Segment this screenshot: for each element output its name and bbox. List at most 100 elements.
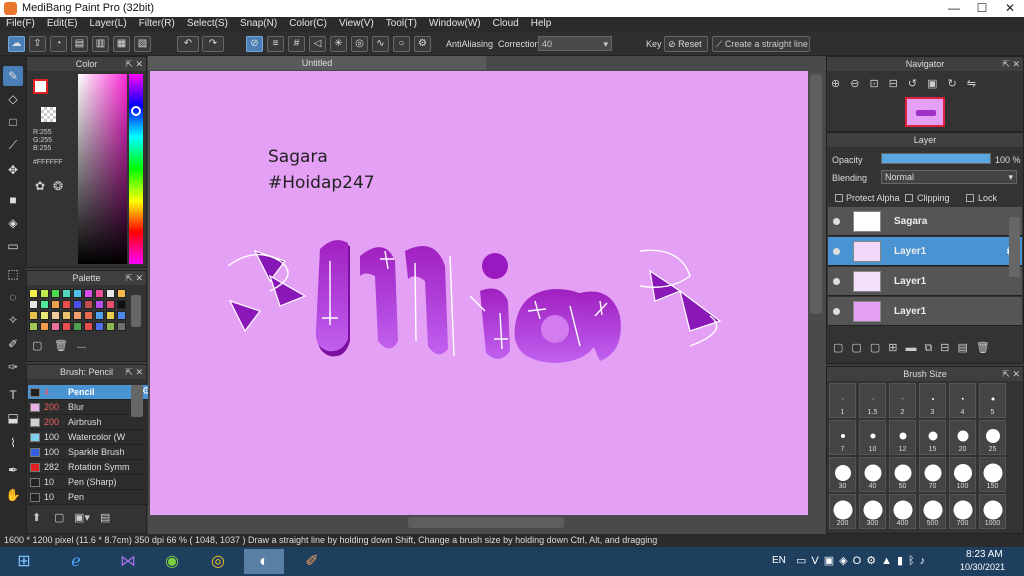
layer-menu-icon[interactable]: ▤: [958, 342, 976, 354]
show-hidden-icon[interactable]: ▲: [881, 555, 897, 567]
antivirus-icon[interactable]: ⚙: [866, 555, 881, 567]
delete-palette-icon[interactable]: 🗑: [54, 339, 68, 352]
drawing-canvas[interactable]: Sagara #Hoidap247: [150, 71, 808, 515]
brush-size-cell[interactable]: 1000: [979, 494, 1006, 529]
select-tool-icon[interactable]: ⬚: [3, 264, 23, 284]
palette-swatch[interactable]: [95, 289, 104, 298]
menu-tool[interactable]: Tool(T): [380, 17, 423, 29]
circle-tray-icon[interactable]: ◈: [839, 555, 852, 567]
palette-swatch[interactable]: [73, 289, 82, 298]
medibang-taskbar-icon[interactable]: ◐: [244, 549, 284, 574]
brush-size-cell[interactable]: 2: [889, 383, 916, 418]
add-brush-icon[interactable]: ⬆: [32, 511, 41, 524]
foreground-color-swatch[interactable]: [33, 79, 48, 94]
palette-swatch[interactable]: [117, 289, 126, 298]
palette-swatch[interactable]: [51, 311, 60, 320]
vanish-snap-icon[interactable]: ◁: [309, 36, 326, 52]
menu-window[interactable]: Window(W): [423, 17, 487, 29]
circle-snap-icon[interactable]: ◎: [351, 36, 368, 52]
palette-swatch[interactable]: [117, 300, 126, 309]
divide-tool-icon[interactable]: ✒: [3, 460, 23, 480]
palette-swatch[interactable]: [106, 289, 115, 298]
canvas-vertical-scrollbar[interactable]: [810, 74, 822, 314]
visibility-icon[interactable]: [833, 308, 840, 315]
lasso-tool-icon[interactable]: ◌: [3, 287, 23, 307]
rotate-left-icon[interactable]: ↺: [908, 78, 927, 90]
palette-swatch[interactable]: [84, 289, 93, 298]
blending-select[interactable]: Normal ▾: [881, 170, 1017, 184]
palette-swatch[interactable]: [84, 311, 93, 320]
menu-file[interactable]: File(F): [0, 17, 41, 29]
palette-swatch[interactable]: [95, 311, 104, 320]
layer-row[interactable]: Sagara: [828, 207, 1022, 236]
palette-swatch[interactable]: [51, 322, 60, 331]
bluetooth-icon[interactable]: ᛒ: [908, 555, 920, 567]
fill-rect-tool-icon[interactable]: ■: [3, 190, 23, 210]
brush-scrollbar[interactable]: [131, 385, 143, 417]
zoom-out-icon[interactable]: ⊖: [850, 78, 869, 90]
eraser-tool-icon[interactable]: ◇: [3, 89, 23, 109]
palette-swatch[interactable]: [73, 300, 82, 309]
reset-button[interactable]: ⊘ Reset: [664, 36, 708, 52]
language-indicator[interactable]: EN: [772, 555, 786, 566]
panel-close-icon[interactable]: ⇱ ✕: [1002, 367, 1020, 381]
brush-menu-icon[interactable]: ▣▾: [74, 511, 90, 524]
dot-tool-icon[interactable]: ⟋: [3, 135, 23, 155]
panel-close-icon[interactable]: ⇱ ✕: [125, 365, 143, 379]
palette-swatch[interactable]: [40, 289, 49, 298]
zoom-in-icon[interactable]: ⊕: [831, 78, 850, 90]
app-tray-icon[interactable]: ▣: [824, 555, 839, 567]
new-halftone-layer-icon[interactable]: ▢: [851, 342, 869, 354]
brush-size-cell[interactable]: 70: [919, 457, 946, 492]
menu-filter[interactable]: Filter(R): [133, 17, 181, 29]
add-layer-menu-icon[interactable]: ⊞: [888, 342, 905, 354]
close-button[interactable]: ✕: [996, 0, 1024, 17]
brush-size-cell[interactable]: 40: [859, 457, 886, 492]
brush-size-cell[interactable]: 15: [919, 420, 946, 455]
brush-size-cell[interactable]: 25: [979, 420, 1006, 455]
panel-close-icon[interactable]: ⇱ ✕: [1002, 57, 1020, 71]
menu-help[interactable]: Help: [525, 17, 558, 29]
visual-studio-icon[interactable]: ⋈: [108, 549, 148, 574]
saturation-value-picker[interactable]: [78, 74, 127, 264]
palette-swatch[interactable]: [73, 322, 82, 331]
select-pen-tool-icon[interactable]: ✐: [3, 334, 23, 354]
brush-size-cell[interactable]: 400: [889, 494, 916, 529]
brush-size-cell[interactable]: 500: [919, 494, 946, 529]
select-eraser-tool-icon[interactable]: ✑: [3, 357, 23, 377]
text-tool-icon[interactable]: T: [3, 385, 23, 405]
palette-swatch[interactable]: [29, 300, 38, 309]
snap-settings-icon[interactable]: ⚙: [414, 36, 431, 52]
brush-size-cell[interactable]: 10: [859, 420, 886, 455]
hue-slider-handle[interactable]: [131, 106, 141, 116]
wallet-icon[interactable]: ▭: [796, 555, 811, 567]
menu-select[interactable]: Select(S): [181, 17, 234, 29]
duplicate-layer-icon[interactable]: ⧉: [924, 342, 940, 354]
brush-size-cell[interactable]: 20: [949, 420, 976, 455]
palette-swatch[interactable]: [40, 300, 49, 309]
brush-size-cell[interactable]: 150: [979, 457, 1006, 492]
merge-layer-icon[interactable]: ⊟: [940, 342, 957, 354]
minimize-button[interactable]: —: [940, 0, 968, 17]
brush-size-cell[interactable]: 1: [829, 383, 856, 418]
color-settings-icon[interactable]: ❂: [53, 179, 63, 193]
eyedropper-tool-icon[interactable]: ⌇: [3, 433, 23, 453]
canvas-horizontal-scrollbar[interactable]: [408, 517, 564, 528]
navigator-preview[interactable]: [905, 97, 945, 127]
palette-swatch[interactable]: [62, 289, 71, 298]
brush-size-cell[interactable]: 50: [889, 457, 916, 492]
rotate-right-icon[interactable]: ↻: [948, 78, 967, 90]
brush-size-cell[interactable]: 5: [979, 383, 1006, 418]
new-layer-icon[interactable]: ▢: [833, 342, 851, 354]
palette-swatch[interactable]: [73, 311, 82, 320]
palette-swatch[interactable]: [62, 311, 71, 320]
brush-size-cell[interactable]: 100: [949, 457, 976, 492]
panel-close-icon[interactable]: ⇱ ✕: [125, 57, 143, 71]
palette-swatch[interactable]: [95, 300, 104, 309]
palette-swatch[interactable]: [84, 300, 93, 309]
volume-icon[interactable]: ♪: [920, 555, 931, 567]
undo-icon[interactable]: ↶: [177, 36, 199, 52]
brush-size-cell[interactable]: 30: [829, 457, 856, 492]
menu-view[interactable]: View(V): [333, 17, 380, 29]
menu-snap[interactable]: Snap(N): [234, 17, 283, 29]
